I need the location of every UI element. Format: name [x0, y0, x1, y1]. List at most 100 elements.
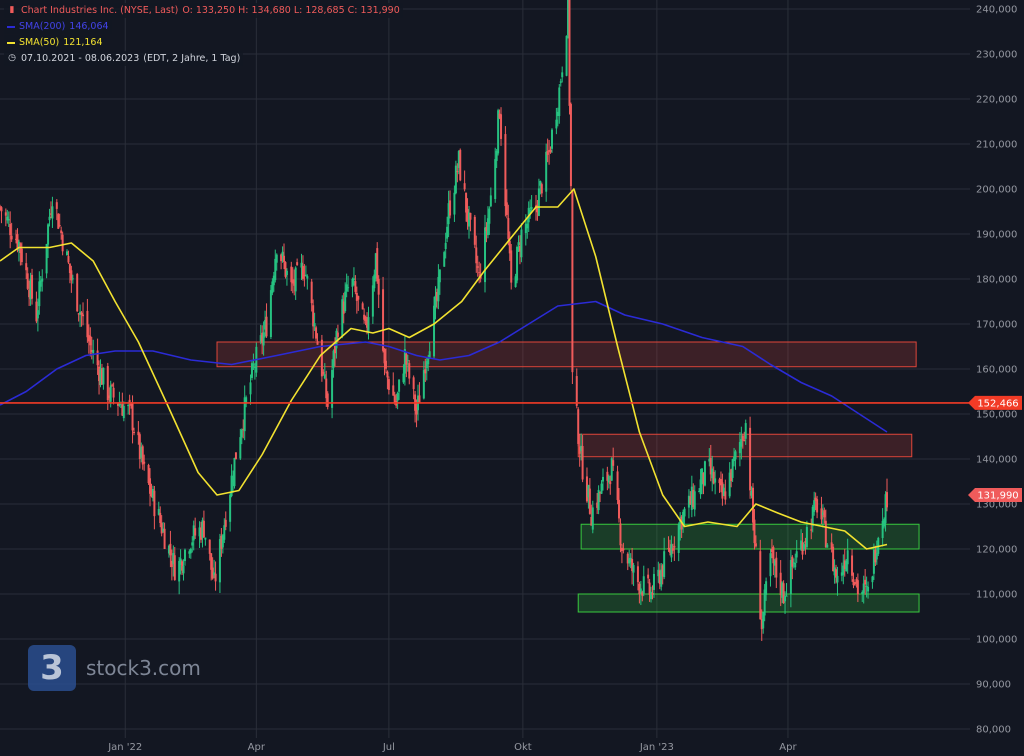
candle-body	[443, 252, 446, 267]
candle-body	[871, 576, 874, 583]
y-tick-label: 240,000	[976, 5, 1017, 16]
candle-body	[4, 212, 7, 216]
candle-body	[304, 274, 307, 276]
candle-body	[210, 553, 213, 570]
candle-body	[275, 254, 278, 263]
candle-body	[294, 267, 297, 292]
candle-body	[376, 248, 379, 282]
candle-body	[223, 525, 226, 540]
y-tick-label: 200,000	[976, 185, 1017, 196]
candle-body	[89, 335, 92, 346]
candle-body	[313, 323, 316, 327]
candle-body	[549, 149, 552, 153]
price-chart[interactable]: 240,000 230,000 220,000 210,000 200,000 190,0…	[0, 0, 1024, 756]
legend-sma50-label: SMA(50)	[19, 37, 60, 48]
candle-body	[765, 581, 768, 595]
candle-body	[864, 579, 867, 585]
candle-body	[463, 183, 466, 190]
candle-body	[683, 508, 686, 517]
candle-body	[80, 312, 83, 315]
candle-body	[846, 550, 849, 565]
candle-body	[530, 207, 533, 210]
candle-body	[571, 190, 574, 373]
candle-body	[239, 437, 242, 459]
candle-body	[412, 377, 415, 390]
y-tick-label: 80,000	[976, 725, 1011, 736]
candle-body	[316, 341, 319, 345]
y-tick-label: 120,000	[976, 545, 1017, 556]
candle-body	[60, 230, 63, 234]
y-tick-label: 230,000	[976, 50, 1017, 61]
candle-body	[351, 278, 354, 287]
candle-body	[65, 251, 68, 256]
candle-body	[418, 395, 421, 404]
candle-body	[478, 272, 481, 274]
candle-body	[76, 274, 79, 312]
legend-sma50-row[interactable]: SMA(50) 121,164	[4, 35, 106, 50]
candle-body	[510, 250, 513, 283]
y-tick-label: 190,000	[976, 230, 1017, 241]
candle-body	[96, 350, 99, 366]
candle-body	[112, 387, 115, 398]
candle-body	[204, 537, 207, 540]
candle-body	[406, 360, 409, 362]
candle-body	[36, 310, 39, 319]
candle-body	[422, 370, 425, 399]
candle-body	[731, 459, 734, 478]
candle-body	[875, 553, 878, 560]
candle-body	[565, 35, 568, 76]
candle-body	[775, 557, 778, 578]
candle-body	[367, 317, 370, 333]
candle-body	[600, 483, 603, 494]
legend-range-row: ◷ 07.10.2021 - 08.06.2023 (EDT, 2 Jahre,…	[4, 51, 244, 66]
candle-body	[743, 440, 746, 442]
candle-body	[10, 235, 13, 240]
candle-body	[469, 212, 472, 220]
candle-body	[484, 227, 487, 283]
candle-body	[449, 200, 452, 216]
candle-body	[47, 224, 50, 245]
candle-body	[591, 507, 594, 530]
candle-body	[433, 305, 436, 357]
legend-sma200-label: SMA(200)	[19, 21, 66, 32]
candle-body	[601, 476, 604, 482]
x-tick-label: Jan '22	[107, 742, 142, 753]
candle-body	[0, 207, 3, 212]
legend-title: Chart Industries Inc. (NYSE, Last)	[21, 5, 179, 16]
y-tick-label: 170,000	[976, 320, 1017, 331]
candle-body	[354, 281, 357, 292]
candle-body	[296, 262, 299, 266]
candle-body	[507, 218, 510, 239]
candle-body	[810, 529, 813, 531]
candle-body	[647, 574, 650, 579]
legend-sma50-value: 121,164	[63, 37, 103, 48]
candle-body	[568, 0, 571, 106]
candle-body	[61, 234, 64, 252]
candle-body	[315, 327, 318, 339]
candle-body	[48, 216, 51, 221]
candle-body	[392, 385, 395, 396]
candle-body	[476, 266, 479, 268]
candle-body	[823, 510, 826, 518]
candle-body	[245, 397, 248, 403]
candle-body	[109, 385, 112, 402]
candle-body	[454, 165, 457, 194]
candle-body	[45, 243, 48, 274]
candle-body	[189, 549, 192, 554]
zone-support	[580, 523, 920, 550]
candle-body	[575, 376, 578, 406]
candle-body	[616, 471, 619, 500]
candle-body	[537, 188, 540, 216]
legend-sma200-row[interactable]: SMA(200) 146,064	[4, 19, 112, 34]
chart-legend: ▮ Chart Industries Inc. (NYSE, Last) O: …	[4, 3, 403, 67]
x-tick-label: Jul	[382, 742, 395, 753]
candle-body	[784, 596, 787, 602]
candle-body	[214, 573, 217, 582]
candle-body	[516, 246, 519, 281]
y-tick-label: 110,000	[976, 590, 1017, 601]
candle-body	[862, 583, 865, 594]
legend-range-note: (EDT, 2 Jahre, 1 Tag)	[143, 53, 241, 64]
candle-body	[265, 316, 268, 337]
candle-body	[754, 543, 757, 547]
candlestick-icon: ▮	[9, 5, 15, 15]
